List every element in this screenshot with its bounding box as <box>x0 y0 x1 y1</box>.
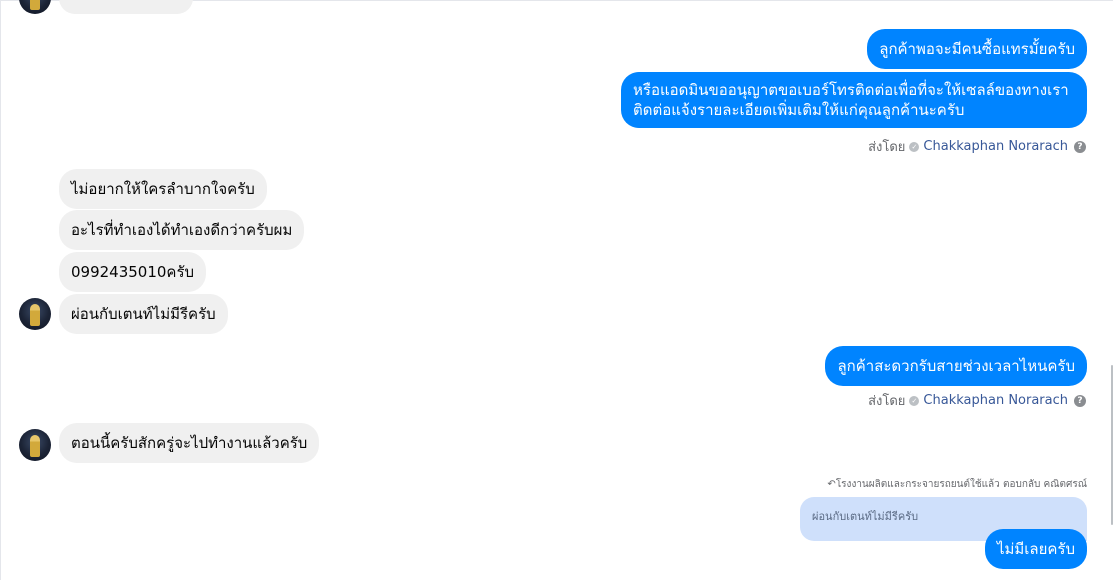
avatar[interactable] <box>19 298 51 330</box>
sender-name-link[interactable]: Chakkaphan Norarach <box>923 393 1068 408</box>
incoming-message[interactable]: อะไรที่ทำเองได้ทำเองดีกว่าครับผม <box>59 210 305 250</box>
sent-by-label: ส่งโดย <box>868 140 906 155</box>
question-circle-icon[interactable]: ? <box>1074 394 1086 407</box>
outgoing-message[interactable]: ไม่มีเลยครับ <box>984 529 1087 569</box>
incoming-message[interactable]: ผ่อนกับเตนท์ไม่มีรีครับ <box>59 294 228 334</box>
sent-by-label: ส่งโดย <box>868 394 906 409</box>
outgoing-message[interactable]: ลูกค้าสะดวกรับสายช่วงเวลาไหนครับ <box>825 346 1087 386</box>
avatar[interactable] <box>19 429 51 461</box>
incoming-message[interactable]: 0992435010ครับ <box>59 252 207 292</box>
outgoing-message[interactable]: หรือแอดมินขออนุญาตขอเบอร์โทรติดต่อเพื่อท… <box>621 72 1087 128</box>
question-circle-icon[interactable]: ? <box>1074 140 1086 153</box>
incoming-message[interactable]: ตอนนี้ครับสักครู่จะไปทำงานแล้วครับ <box>59 423 320 463</box>
check-circle-icon: ✓ <box>909 141 920 152</box>
reply-arrow-icon: ↶ <box>827 479 836 490</box>
incoming-message[interactable]: ไม่อยากให้ใครลำบากใจครับ <box>59 169 267 209</box>
outgoing-message[interactable]: ลูกค้าพอจะมีคนซื้อแทรมั้ยครับ <box>867 29 1087 69</box>
sent-by-info: ส่งโดย ✓ Chakkaphan Norarach ? <box>868 390 1086 411</box>
avatar[interactable] <box>19 0 51 14</box>
incoming-message-partial[interactable] <box>59 0 193 14</box>
reply-meta: ↶โรงงานผลิตและกระจายรถยนต์ใช้แล้ว ตอบกลั… <box>827 479 1087 490</box>
check-circle-icon: ✓ <box>909 395 920 406</box>
left-border <box>0 0 1 580</box>
sent-by-info: ส่งโดย ✓ Chakkaphan Norarach ? <box>868 136 1086 157</box>
sender-name-link[interactable]: Chakkaphan Norarach <box>923 139 1068 154</box>
